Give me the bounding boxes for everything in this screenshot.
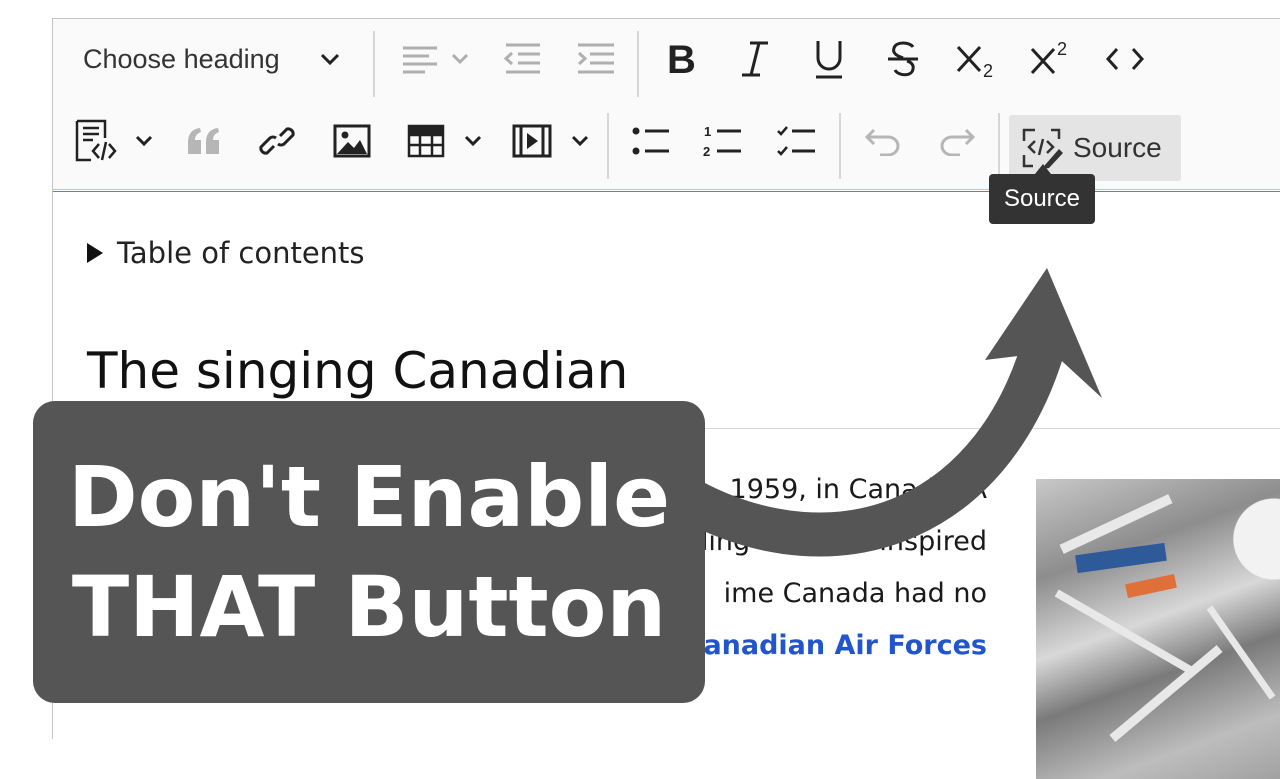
superscript-button[interactable]: 2 (1023, 27, 1079, 91)
bold-icon: B (667, 39, 696, 79)
media-dropdown-button[interactable] (565, 109, 595, 173)
outdent-icon (503, 43, 540, 74)
strikethrough-button[interactable] (877, 27, 929, 91)
redo-icon (940, 128, 976, 156)
align-dropdown-button[interactable] (445, 27, 475, 91)
thumbnail-caption-banner: Don't Enable THAT Button (33, 401, 705, 703)
source-code-icon (1022, 128, 1063, 169)
photo-detail (1125, 573, 1177, 599)
table-of-contents-toggle[interactable]: Table of contents (87, 236, 365, 270)
subscript-icon: 2 (956, 45, 993, 79)
toolbar-separator (998, 113, 1000, 179)
chevron-down-icon (135, 135, 153, 147)
numbered-list-button[interactable]: 12 (695, 109, 751, 173)
heading-dropdown[interactable]: Choose heading (71, 27, 351, 91)
toolbar-separator (637, 31, 639, 97)
indent-icon (577, 43, 614, 74)
insert-media-button[interactable] (505, 109, 559, 173)
chevron-down-icon (451, 53, 469, 65)
source-button-label: Source (1073, 132, 1162, 163)
caption-line-2: THAT Button (71, 558, 667, 656)
insert-template-button[interactable] (69, 109, 123, 173)
align-left-button[interactable] (395, 27, 445, 91)
bulleted-list-icon (632, 127, 669, 155)
table-icon (407, 124, 445, 158)
svg-text:B: B (667, 39, 696, 79)
svg-text:2: 2 (703, 144, 710, 158)
page-title: The singing Canadian (87, 342, 629, 400)
toolbar-row-1: Choose heading B 2 2 (53, 27, 1280, 103)
bulleted-list-button[interactable] (623, 109, 679, 173)
outdent-button[interactable] (495, 27, 549, 91)
toolbar-separator (839, 113, 841, 179)
link-button[interactable] (251, 109, 303, 173)
svg-text:2: 2 (983, 61, 993, 79)
svg-text:1: 1 (704, 124, 711, 139)
editor-toolbar: Choose heading B 2 2 1 2 Source (53, 19, 1280, 190)
numbered-list-icon: 12 (703, 124, 741, 158)
caption-line-1: Don't Enable (67, 448, 671, 546)
toolbar-row-2: 12 Source (53, 109, 1280, 185)
table-dropdown-button[interactable] (458, 109, 488, 173)
heading-dropdown-label: Choose heading (83, 43, 280, 74)
source-tooltip: Source (989, 164, 1095, 224)
chevron-down-icon (571, 135, 589, 147)
insert-image-button[interactable] (325, 109, 379, 173)
chevron-down-icon (320, 53, 340, 66)
disclosure-triangle-icon (87, 243, 103, 263)
photo-detail (1075, 542, 1167, 574)
toolbar-separator (373, 31, 375, 97)
code-icon (1105, 47, 1145, 71)
underline-button[interactable] (803, 27, 855, 91)
insert-table-button[interactable] (399, 109, 453, 173)
undo-button[interactable] (855, 109, 911, 173)
template-dropdown-button[interactable] (129, 109, 159, 173)
photo-detail (1054, 589, 1198, 677)
article-photo (1036, 479, 1280, 779)
quote-icon (188, 128, 219, 154)
italic-icon (742, 41, 768, 77)
todo-list-button[interactable] (769, 109, 825, 173)
undo-icon (864, 128, 900, 156)
strikethrough-icon (888, 41, 918, 77)
align-left-icon (403, 46, 437, 74)
svg-text:2: 2 (1057, 39, 1067, 59)
redo-button[interactable] (929, 109, 985, 173)
toolbar-separator (607, 113, 609, 179)
underline-icon (816, 41, 842, 79)
image-icon (333, 124, 371, 158)
superscript-icon: 2 (1030, 39, 1067, 75)
italic-button[interactable] (729, 27, 781, 91)
toc-label: Table of contents (117, 236, 365, 270)
todo-list-icon (777, 126, 815, 156)
bold-button[interactable]: B (655, 27, 707, 91)
indent-button[interactable] (569, 27, 623, 91)
chevron-down-icon (464, 135, 482, 147)
subscript-button[interactable]: 2 (949, 27, 1005, 91)
code-button[interactable] (1097, 27, 1153, 91)
link-icon (259, 127, 295, 155)
blockquote-button[interactable] (179, 109, 229, 173)
media-icon (512, 124, 552, 158)
template-icon (75, 119, 117, 162)
